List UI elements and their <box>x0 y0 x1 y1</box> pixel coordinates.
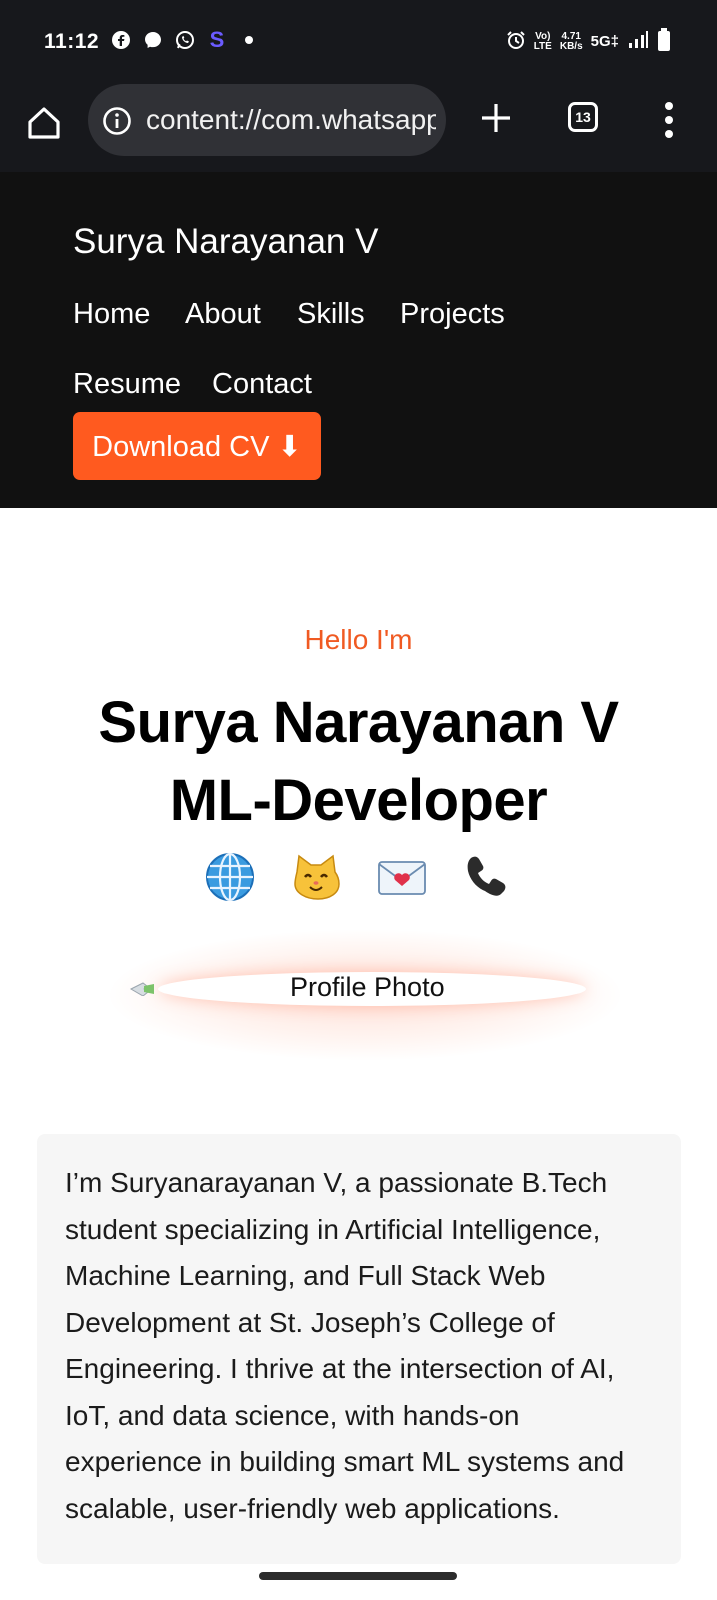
network-speed: 4.71 KB/s <box>559 30 583 52</box>
signal-bars-icon <box>627 30 649 53</box>
nav-about[interactable]: About <box>185 298 261 331</box>
site-brand[interactable]: Surya Narayanan V <box>73 222 378 262</box>
broken-image-icon <box>129 982 160 997</box>
profile-photo-alt-text: Profile Photo <box>290 972 445 1002</box>
signal-label: 5G‡ <box>590 33 619 50</box>
home-icon[interactable] <box>26 105 62 141</box>
globe-icon[interactable] <box>205 852 255 902</box>
hero-name: Surya Narayanan V <box>98 690 619 755</box>
overflow-menu-icon[interactable] <box>664 102 674 138</box>
hero-title: Surya Narayanan V ML-Developer <box>0 684 717 840</box>
nav-skills[interactable]: Skills <box>297 298 365 331</box>
notification-icons: S <box>110 27 260 52</box>
cat-icon[interactable] <box>291 852 341 902</box>
hero-role: ML-Developer <box>169 768 548 833</box>
about-card: I’m Suryanarayanan V, a passionate B.Tec… <box>37 1134 681 1564</box>
download-cv-button[interactable]: Download CV ⬇ <box>73 412 321 480</box>
whatsapp-icon <box>174 29 196 51</box>
s-app-icon: S <box>209 27 225 52</box>
messenger-icon <box>142 29 164 51</box>
speed-unit: KB/s <box>559 40 583 52</box>
site-header: Surya Narayanan V Home About Skills Proj… <box>0 172 717 508</box>
hero-greeting: Hello I'm <box>304 624 413 655</box>
system-icons: Vo) LTE 4.71 KB/s 5G‡ <box>506 28 671 55</box>
status-time: 11:12 <box>44 30 100 53</box>
facebook-icon <box>110 29 132 51</box>
about-text: I’m Suryanarayanan V, a passionate B.Tec… <box>65 1167 625 1524</box>
status-bar: 11:12 S Vo) LTE 4.71 KB/s 5G‡ <box>0 0 717 84</box>
browser-toolbar: content://com.whatsapp 13 <box>0 84 717 173</box>
social-links <box>0 852 717 902</box>
nav-projects[interactable]: Projects <box>400 298 505 331</box>
nav-home[interactable]: Home <box>73 298 150 331</box>
new-tab-icon[interactable] <box>478 100 514 136</box>
info-icon[interactable] <box>102 106 132 136</box>
volte-indicator: Vo) LTE <box>533 30 552 52</box>
lte-label: LTE <box>533 40 552 52</box>
battery-icon <box>657 28 671 55</box>
tab-switcher-button[interactable]: 13 <box>568 102 598 132</box>
dot-icon <box>238 29 260 51</box>
address-bar[interactable]: content://com.whatsapp <box>88 84 446 156</box>
nav-resume[interactable]: Resume <box>73 368 181 401</box>
phone-icon[interactable] <box>463 852 513 902</box>
envelope-heart-icon[interactable] <box>377 852 427 902</box>
url-text[interactable]: content://com.whatsapp <box>146 104 436 136</box>
volte-label: Vo) <box>535 30 551 42</box>
speed-value: 4.71 <box>561 30 581 42</box>
home-indicator[interactable] <box>259 1572 457 1580</box>
alarm-icon <box>506 30 526 53</box>
nav-contact[interactable]: Contact <box>212 368 312 401</box>
